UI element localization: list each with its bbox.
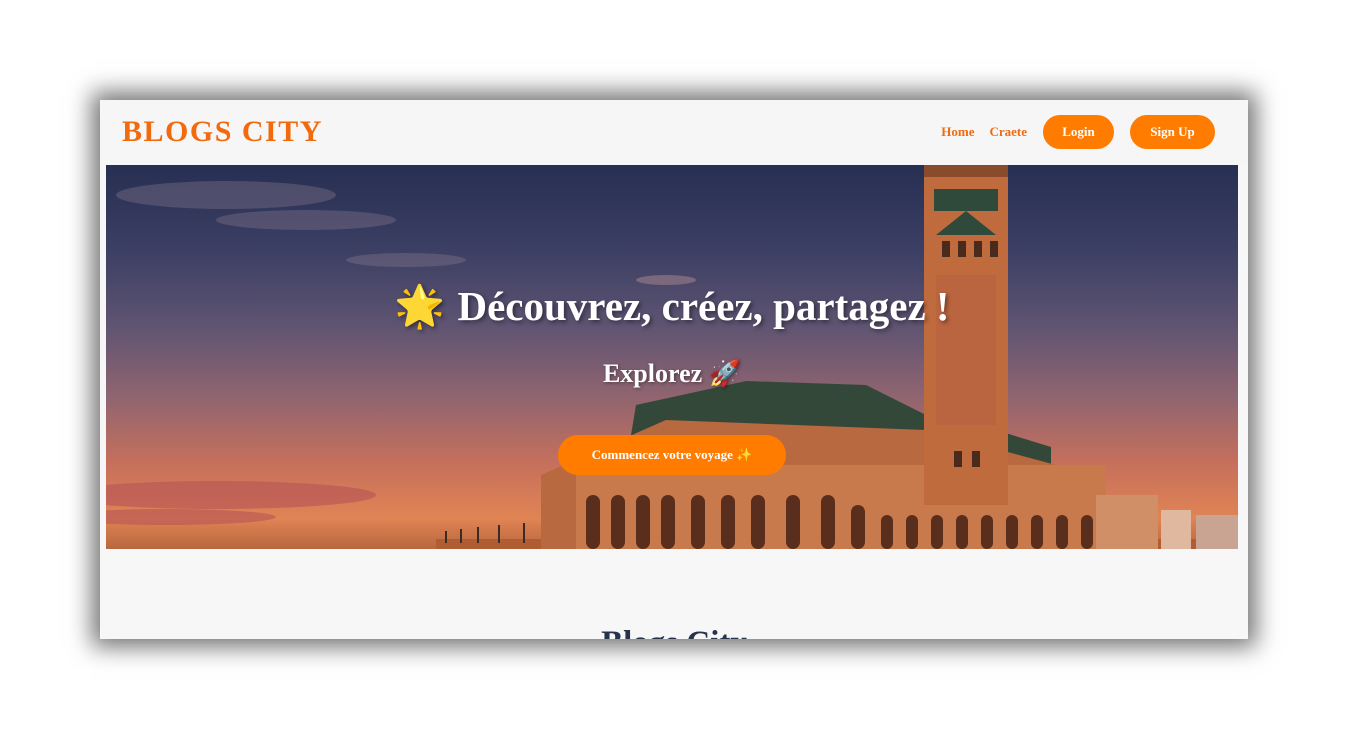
start-journey-button[interactable]: Commencez votre voyage ✨ (558, 435, 786, 475)
hero-banner: 🌟 Découvrez, créez, partagez ! Explorez 🚀… (106, 165, 1238, 549)
nav-links: Home Craete Login Sign Up (926, 115, 1215, 149)
nav-link-create[interactable]: Craete (989, 124, 1027, 140)
hero-background-image (106, 165, 1238, 549)
star-icon: 🌟 (394, 283, 446, 329)
signup-button[interactable]: Sign Up (1130, 115, 1215, 149)
hero-subtitle: Explorez 🚀 (602, 359, 742, 388)
nav-link-home[interactable]: Home (941, 124, 974, 140)
login-button[interactable]: Login (1043, 115, 1114, 149)
hero-title-text: Découvrez, créez, partagez ! (457, 283, 950, 329)
section-title: Blogs City (100, 625, 1248, 639)
hero-title: 🌟 Découvrez, créez, partagez ! (106, 282, 1238, 331)
brand-logo[interactable]: BLOGS CITY (122, 115, 323, 149)
browser-viewport: BLOGS CITY Home Craete Login Sign Up 🌟 D… (100, 100, 1248, 639)
navbar: BLOGS CITY Home Craete Login Sign Up (100, 100, 1248, 165)
